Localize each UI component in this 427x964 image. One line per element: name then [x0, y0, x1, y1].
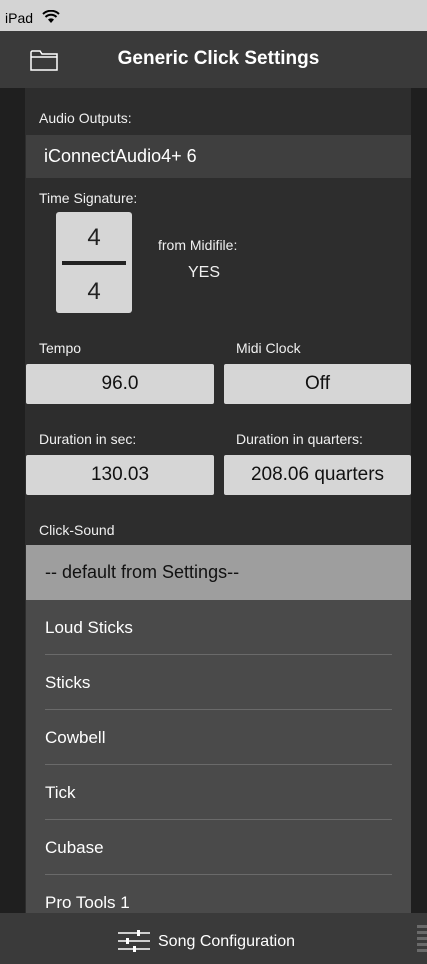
time-signature-denominator: 4 [87, 278, 101, 305]
nav-bar: Generic Click Settings [0, 31, 427, 88]
click-sound-option-label: Loud Sticks [45, 618, 133, 637]
tab-bar: Song Configuration [0, 913, 427, 964]
click-sound-option-label: Tick [45, 783, 76, 802]
click-sound-option[interactable]: Cowbell [26, 710, 411, 765]
from-midifile-label: from Midifile: [158, 237, 238, 253]
status-bar: iPad [0, 0, 427, 31]
wifi-icon [42, 10, 60, 23]
click-sound-option[interactable]: Loud Sticks [26, 600, 411, 655]
device-name: iPad [5, 10, 34, 26]
midi-clock-label: Midi Clock [236, 340, 301, 356]
audio-outputs-label: Audio Outputs: [39, 110, 132, 126]
click-sound-option[interactable]: Pro Tools 1 [26, 875, 411, 913]
duration-sec-label: Duration in sec: [39, 431, 137, 447]
midi-clock-field[interactable]: Off [224, 364, 411, 404]
click-sound-option[interactable]: Sticks [26, 655, 411, 710]
from-midifile-value: YES [188, 264, 221, 281]
click-sound-option[interactable]: Cubase [26, 820, 411, 875]
click-sound-option[interactable]: Tick [26, 765, 411, 820]
tempo-field[interactable]: 96.0 [26, 364, 214, 404]
click-sound-option-label: Cubase [45, 838, 104, 857]
song-configuration-label: Song Configuration [158, 933, 295, 950]
click-sound-option-label: Pro Tools 1 [45, 893, 130, 912]
time-signature-picker[interactable]: 4 4 [56, 212, 132, 313]
tempo-label: Tempo [39, 340, 82, 356]
time-signature-numerator: 4 [87, 224, 101, 251]
click-sound-option-label: Sticks [45, 673, 91, 692]
duration-quarters-field[interactable]: 208.06 quarters [224, 455, 411, 495]
time-signature-label: Time Signature: [39, 190, 138, 206]
fraction-divider [62, 261, 126, 265]
click-sound-label: Click-Sound [39, 522, 115, 538]
drag-handle-icon[interactable] [417, 925, 427, 959]
sliders-icon [118, 930, 150, 952]
audio-output-field[interactable]: iConnectAudio4+ 6 [26, 135, 411, 178]
duration-sec-field[interactable]: 130.03 [26, 455, 214, 495]
page-title: Generic Click Settings [117, 48, 320, 69]
duration-quarters-label: Duration in quarters: [236, 431, 363, 447]
click-sound-option-label: Cowbell [45, 728, 106, 747]
click-sound-list[interactable]: -- default from Settings-- Loud Sticks S… [26, 545, 411, 913]
click-sound-selected[interactable]: -- default from Settings-- [26, 545, 411, 600]
